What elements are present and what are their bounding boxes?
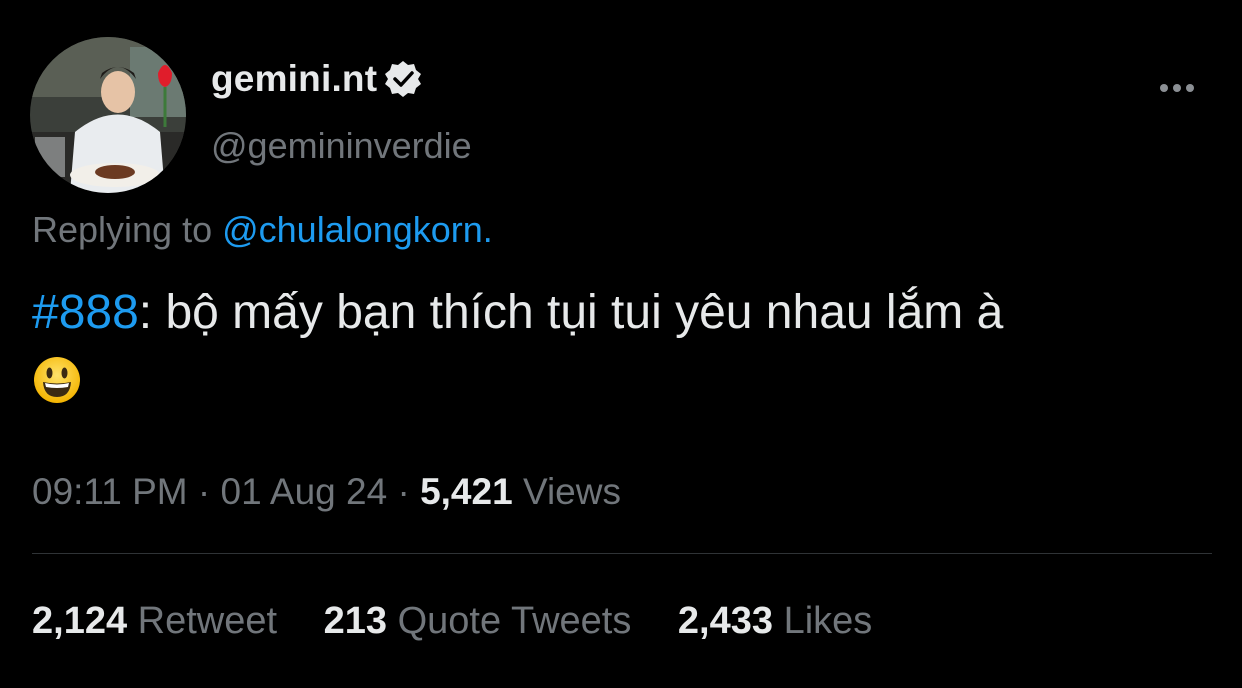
tweet-time[interactable]: 09:11 PM xyxy=(32,471,188,512)
more-dot xyxy=(1173,84,1181,92)
tweet-text: #888: bộ mấy bạn thích tụi tui yêu nhau … xyxy=(32,282,1212,406)
tweet-body: : bộ mấy bạn thích tụi tui yêu nhau lắm … xyxy=(138,286,1004,339)
tweet-date[interactable]: 01 Aug 24 xyxy=(221,471,388,512)
quote-tweets-label: Quote Tweets xyxy=(387,600,632,642)
retweets-label: Retweet xyxy=(127,600,278,642)
meta-separator: · xyxy=(187,471,221,512)
retweets-count: 2,124 xyxy=(32,600,128,642)
views-label: Views xyxy=(512,471,621,512)
meta-separator: · xyxy=(387,471,421,512)
likes-stat[interactable]: 2,433 Likes xyxy=(678,600,872,642)
replying-to-prefix: Replying to xyxy=(32,209,223,250)
quote-tweets-count: 213 xyxy=(323,600,388,642)
replying-to: Replying to @chulalongkorn. xyxy=(32,209,493,251)
likes-count: 2,433 xyxy=(677,600,774,642)
quote-tweets-stat[interactable]: 213 Quote Tweets xyxy=(324,600,632,642)
reply-mention-link[interactable]: @chulalongkorn. xyxy=(222,209,493,250)
more-dot xyxy=(1186,84,1194,92)
likes-label: Likes xyxy=(773,600,873,642)
verified-badge-icon xyxy=(383,59,423,99)
engagement-stats: 2,124 Retweet 213 Quote Tweets 2,433 Lik… xyxy=(32,600,908,643)
hashtag-link[interactable]: #888 xyxy=(32,286,139,339)
user-handle[interactable]: @gemininverdie xyxy=(211,125,472,167)
display-name-text: gemini.nt xyxy=(211,58,378,99)
display-name[interactable]: gemini.nt xyxy=(211,58,423,100)
views-count: 5,421 xyxy=(420,471,513,512)
smiling-face-emoji-icon xyxy=(32,355,82,405)
avatar[interactable] xyxy=(30,37,186,193)
tweet-meta: 09:11 PM · 01 Aug 24 · 5,421 Views xyxy=(32,471,621,513)
more-options-icon[interactable] xyxy=(1160,78,1200,98)
retweets-stat[interactable]: 2,124 Retweet xyxy=(32,600,277,642)
more-dot xyxy=(1160,84,1168,92)
divider xyxy=(32,553,1212,554)
